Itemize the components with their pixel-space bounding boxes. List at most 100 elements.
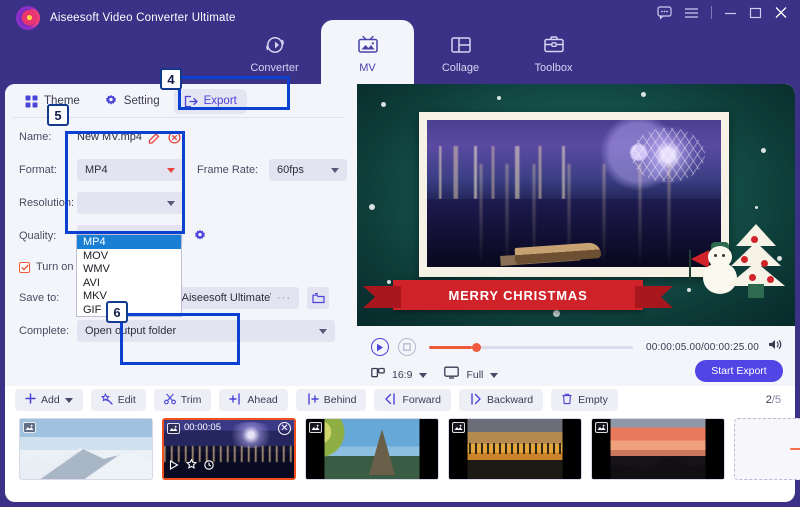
format-label: Format: bbox=[19, 164, 57, 176]
nav-tab-toolbox[interactable]: Toolbox bbox=[507, 20, 600, 86]
decor-christmas-tree bbox=[727, 224, 785, 298]
name-row: Name: New MV.mp4 bbox=[5, 124, 351, 150]
complete-row: Complete: Open output folder bbox=[5, 318, 351, 344]
nav-tab-mv[interactable]: MV bbox=[321, 20, 414, 86]
saveto-label: Save to: bbox=[19, 292, 60, 304]
main-nav-tabs: Converter MV Collage Toolbox bbox=[228, 20, 600, 86]
toolbar-behind-button[interactable]: Behind bbox=[295, 389, 367, 411]
add-media-button[interactable] bbox=[734, 418, 800, 480]
format-option-wmv[interactable]: WMV bbox=[77, 262, 181, 276]
format-row: Format: MP4 Frame Rate: 60fps bbox=[5, 157, 351, 183]
application-window: Aiseesoft Video Converter Ultimate Conve… bbox=[0, 0, 800, 507]
play-button[interactable] bbox=[371, 338, 389, 356]
minimize-icon[interactable] bbox=[724, 7, 737, 19]
feedback-icon[interactable] bbox=[657, 6, 672, 19]
divider bbox=[711, 6, 712, 19]
media-thumbnail-3[interactable] bbox=[305, 418, 439, 480]
monitor-icon bbox=[444, 366, 460, 384]
bottom-panel: Add Edit Trim Ahead Behind Forward Backw… bbox=[5, 386, 800, 502]
format-dropdown-list[interactable]: MP4 MOV WMV AVI MKV GIF bbox=[76, 234, 182, 317]
subtab-export[interactable]: Export bbox=[173, 88, 247, 114]
nav-tab-label: Collage bbox=[441, 61, 480, 74]
toolbar-trim-button[interactable]: Trim bbox=[153, 389, 212, 411]
delete-icon[interactable] bbox=[168, 130, 181, 144]
format-option-avi[interactable]: AVI bbox=[77, 276, 181, 290]
stop-button[interactable] bbox=[398, 338, 416, 356]
chevron-down-icon bbox=[331, 167, 339, 173]
toolbar-empty-button[interactable]: Empty bbox=[551, 389, 618, 411]
preview-overlay-text: MERRY CHRISTMAS bbox=[448, 287, 588, 303]
browse-button[interactable]: ··· bbox=[277, 292, 291, 304]
volume-icon[interactable] bbox=[768, 338, 783, 356]
image-badge-icon bbox=[452, 422, 465, 433]
insert-ahead-icon bbox=[229, 392, 242, 408]
plus-icon bbox=[25, 393, 36, 407]
progress-slider[interactable] bbox=[429, 342, 633, 352]
hamburger-menu-icon[interactable] bbox=[684, 7, 699, 19]
name-value[interactable]: New MV.mp4 bbox=[77, 131, 142, 143]
format-option-mkv[interactable]: MKV bbox=[77, 289, 181, 303]
framerate-select[interactable]: 60fps bbox=[269, 159, 347, 181]
media-thumbnail-4[interactable] bbox=[448, 418, 582, 480]
preview-photo-frame bbox=[419, 112, 729, 277]
counter-total: 5 bbox=[774, 394, 781, 406]
format-option-mov[interactable]: MOV bbox=[77, 249, 181, 263]
toolbar-button-label: Empty bbox=[578, 394, 608, 406]
toolbar-button-label: Forward bbox=[402, 394, 441, 406]
duration-clock-icon[interactable] bbox=[204, 457, 214, 475]
rename-icon[interactable] bbox=[148, 131, 162, 144]
close-icon[interactable] bbox=[774, 6, 788, 19]
toolbar-button-label: Ahead bbox=[247, 394, 278, 406]
effects-star-icon[interactable] bbox=[185, 457, 198, 475]
complete-select[interactable]: Open output folder bbox=[77, 320, 335, 342]
aspect-ratio-value[interactable]: 16:9 bbox=[392, 369, 412, 381]
format-option-gif[interactable]: GIF bbox=[77, 303, 181, 317]
preview-start-export-button[interactable]: Start Export bbox=[695, 360, 783, 382]
toolbar-ahead-button[interactable]: Ahead bbox=[219, 389, 288, 411]
open-folder-button[interactable] bbox=[307, 287, 329, 309]
chevron-down-icon[interactable] bbox=[64, 397, 73, 403]
subtab-label: Export bbox=[203, 95, 237, 107]
subtab-setting[interactable]: Setting bbox=[94, 88, 170, 114]
toolbar-add-button[interactable]: Add bbox=[15, 389, 83, 411]
insert-behind-icon bbox=[306, 392, 319, 408]
timecode-display: 00:00:05.00/00:00:25.00 bbox=[645, 341, 759, 353]
format-value: MP4 bbox=[85, 164, 108, 176]
nav-tab-collage[interactable]: Collage bbox=[414, 20, 507, 86]
preview-stage[interactable]: MERRY CHRISTMAS bbox=[357, 84, 795, 326]
trash-icon bbox=[561, 393, 573, 408]
progress-knob[interactable] bbox=[471, 342, 481, 352]
remove-media-button[interactable]: ✕ bbox=[278, 422, 291, 435]
callout-number-5: 5 bbox=[47, 104, 69, 126]
advanced-settings-gear-icon[interactable] bbox=[193, 229, 207, 243]
quality-label: Quality: bbox=[19, 230, 57, 242]
playback-row: 00:00:05.00/00:00:25.00 bbox=[371, 338, 783, 356]
format-select[interactable]: MP4 bbox=[77, 159, 183, 181]
converter-icon bbox=[263, 33, 287, 57]
toolbar-button-label: Trim bbox=[180, 394, 202, 406]
nav-tab-converter[interactable]: Converter bbox=[228, 20, 321, 86]
chevron-down-icon bbox=[167, 167, 175, 173]
resolution-select[interactable] bbox=[77, 192, 183, 214]
export-icon bbox=[184, 95, 198, 108]
toolbar-edit-button[interactable]: Edit bbox=[90, 389, 146, 411]
gpu-checkbox[interactable] bbox=[19, 261, 30, 273]
toolbar-forward-button[interactable]: Forward bbox=[374, 389, 451, 411]
app-logo-icon bbox=[16, 6, 40, 30]
toolbox-icon bbox=[542, 33, 566, 57]
resolution-label: Resolution: bbox=[19, 197, 75, 209]
screen-mode-value[interactable]: Full bbox=[466, 369, 483, 381]
aspect-ratio-icon bbox=[371, 366, 385, 384]
theme-icon bbox=[25, 95, 38, 108]
maximize-icon[interactable] bbox=[749, 7, 762, 19]
media-thumbnail-2[interactable]: 00:00:05 ✕ bbox=[162, 418, 296, 480]
image-badge-icon bbox=[309, 422, 322, 433]
format-option-mp4[interactable]: MP4 bbox=[77, 235, 181, 249]
chevron-down-icon[interactable] bbox=[490, 372, 499, 378]
main-body: Theme Setting Export Name: New MV.mp4 Fo… bbox=[5, 84, 795, 435]
chevron-down-icon[interactable] bbox=[419, 372, 428, 378]
media-thumbnail-1[interactable] bbox=[19, 418, 153, 480]
media-thumbnail-5[interactable] bbox=[591, 418, 725, 480]
toolbar-backward-button[interactable]: Backward bbox=[458, 389, 544, 411]
preview-play-icon[interactable] bbox=[169, 457, 179, 475]
